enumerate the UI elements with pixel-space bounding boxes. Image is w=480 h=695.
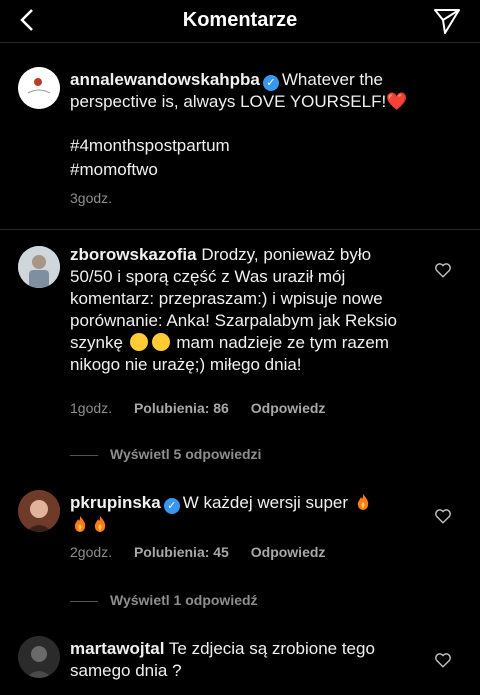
reply-button[interactable]: Odpowiedz bbox=[251, 400, 326, 416]
heart-outline-icon[interactable] bbox=[434, 651, 452, 669]
comment-text: pkrupinska ✓ W każdej wersji super bbox=[70, 492, 410, 536]
heart-outline-icon[interactable] bbox=[434, 507, 452, 525]
comment-time: 1godz. bbox=[70, 400, 113, 416]
laughing-tears-emoji bbox=[151, 333, 170, 351]
username[interactable]: pkrupinska bbox=[70, 493, 161, 512]
caption-time: 3godz. bbox=[70, 190, 113, 206]
view-replies-label: Wyświetl 5 odpowiedzi bbox=[110, 446, 262, 462]
reply-button[interactable]: Odpowiedz bbox=[251, 544, 326, 560]
likes-count[interactable]: Polubienia: 45 bbox=[134, 544, 229, 560]
avatar[interactable] bbox=[18, 246, 60, 288]
divider-line bbox=[70, 454, 98, 456]
fire-emoji bbox=[74, 516, 86, 532]
likes-count[interactable]: Polubienia: 86 bbox=[134, 400, 229, 416]
page-title: Komentarze bbox=[182, 9, 298, 31]
hashtag-link[interactable]: #momoftwo bbox=[70, 159, 410, 181]
caption-text: annalewandowskahpba ✓ Whatever the perspec… bbox=[70, 69, 410, 113]
divider bbox=[0, 229, 480, 230]
direct-send-icon[interactable] bbox=[432, 6, 462, 36]
heart-outline-icon[interactable] bbox=[434, 261, 452, 279]
avatar[interactable] bbox=[18, 67, 60, 109]
hashtag-link[interactable]: #4monthspostpartum bbox=[70, 135, 410, 157]
comment-text: martawojtal Te zdjecia są zrobione tego … bbox=[70, 638, 410, 682]
fire-emoji bbox=[94, 516, 106, 532]
divider-line bbox=[70, 600, 98, 602]
view-replies-label: Wyświetl 1 odpowiedź bbox=[110, 592, 258, 608]
verified-badge-icon: ✓ bbox=[163, 498, 180, 514]
username[interactable]: annalewandowskahpba bbox=[70, 70, 260, 89]
comment-meta: 2godz. Polubienia: 45 Odpowiedz bbox=[70, 544, 343, 560]
comment-text: zborowskazofia Drodzy, ponieważ było 50/… bbox=[70, 244, 410, 376]
avatar[interactable] bbox=[18, 490, 60, 532]
avatar[interactable] bbox=[18, 636, 60, 678]
verified-badge-icon: ✓ bbox=[262, 75, 279, 91]
comment-body: W każdej wersji super bbox=[182, 493, 349, 512]
username[interactable]: zborowskazofia bbox=[70, 245, 197, 264]
winking-face-tongue-emoji bbox=[129, 333, 148, 351]
header-bar: Komentarze bbox=[0, 0, 480, 43]
username[interactable]: martawojtal bbox=[70, 639, 164, 658]
view-replies-button[interactable]: Wyświetl 5 odpowiedzi bbox=[70, 446, 261, 462]
fire-emoji bbox=[357, 494, 368, 510]
view-replies-button[interactable]: Wyświetl 1 odpowiedź bbox=[70, 592, 258, 608]
comment-meta: 1godz. Polubienia: 86 Odpowiedz bbox=[70, 400, 343, 416]
comment-time: 2godz. bbox=[70, 544, 113, 560]
